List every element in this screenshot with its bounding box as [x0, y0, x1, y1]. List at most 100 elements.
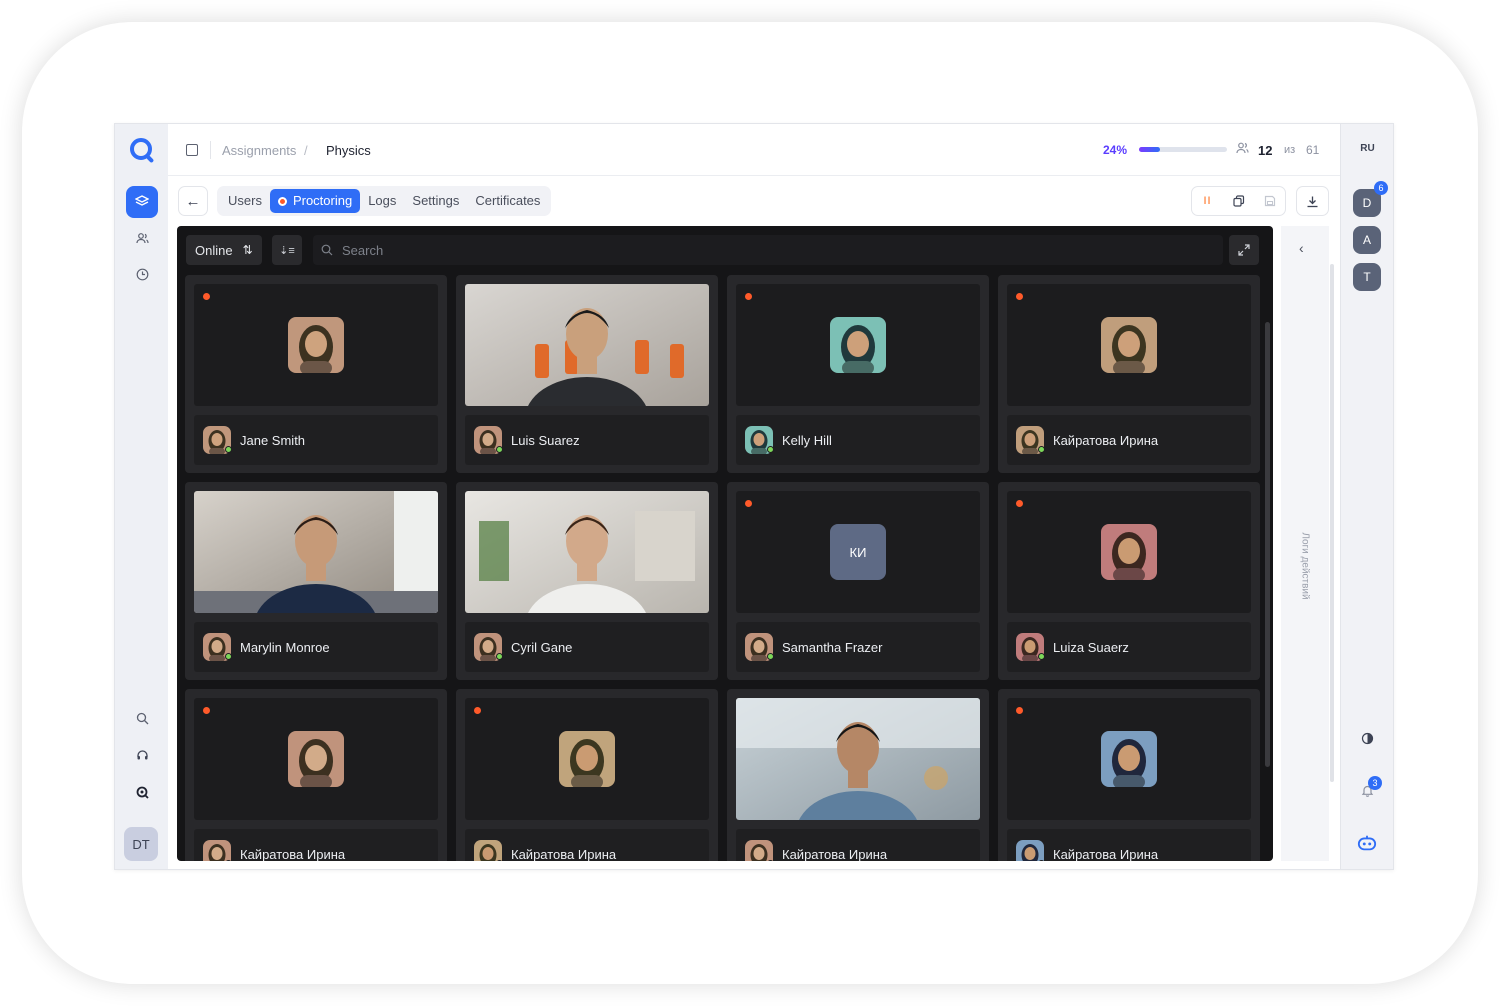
- session-controls: II: [1191, 186, 1286, 216]
- recording-dot-icon: [203, 707, 210, 714]
- webcam-feed[interactable]: [465, 284, 709, 406]
- assistant-bot-button[interactable]: [1357, 833, 1377, 853]
- sort-button[interactable]: ⇣≡: [272, 235, 302, 265]
- sidebar-toggle-icon[interactable]: [186, 144, 198, 156]
- tab-certificates[interactable]: Certificates: [467, 189, 548, 213]
- tab-settings[interactable]: Settings: [404, 189, 467, 213]
- participant-card[interactable]: Kelly Hill: [727, 275, 989, 473]
- theme-toggle-button[interactable]: [1357, 728, 1377, 748]
- download-group: [1296, 186, 1329, 216]
- save-icon: [1264, 195, 1275, 207]
- breadcrumb-assignments[interactable]: Assignments: [222, 143, 296, 158]
- recording-dot-icon: [1016, 500, 1023, 507]
- grid-scrollbar[interactable]: [1265, 322, 1270, 767]
- participant-name-bar: Luis Suarez: [465, 415, 709, 465]
- online-user-avatar[interactable]: T: [1353, 263, 1381, 291]
- participant-card[interactable]: Кайратова Ирина: [185, 689, 447, 861]
- nav-courses-button[interactable]: [126, 186, 158, 218]
- camera-off-placeholder[interactable]: [194, 284, 438, 406]
- progress-bar: [1139, 147, 1227, 152]
- participant-card[interactable]: Cyril Gane: [456, 482, 718, 680]
- language-switch[interactable]: RU: [1341, 143, 1393, 154]
- participant-name: Кайратова Ирина: [511, 846, 617, 862]
- participant-name-bar: Кайратова Ирина: [1007, 829, 1251, 861]
- participants-of-label: из: [1284, 144, 1296, 156]
- search-input[interactable]: [342, 242, 642, 258]
- participant-card[interactable]: Кайратова Ирина: [998, 275, 1260, 473]
- right-sidebar: RU D 6 A T 3: [1340, 124, 1393, 869]
- profile-photo: [1101, 731, 1157, 787]
- back-button[interactable]: ←: [178, 186, 208, 216]
- webcam-feed[interactable]: [465, 491, 709, 613]
- recording-dot-icon: [745, 293, 752, 300]
- download-button[interactable]: [1297, 187, 1328, 215]
- participant-name: Jane Smith: [240, 432, 306, 448]
- participant-card[interactable]: Luiza Suaerz: [998, 482, 1260, 680]
- participant-name-bar: Кайратова Ирина: [736, 829, 980, 861]
- participant-name: Кайратова Ирина: [1053, 432, 1159, 448]
- tab-users[interactable]: Users: [220, 189, 270, 213]
- tab-logs[interactable]: Logs: [360, 189, 404, 213]
- status-filter-button[interactable]: Online ⇅: [186, 235, 262, 265]
- participant-name-bar: Cyril Gane: [465, 622, 709, 672]
- proctor-view-button[interactable]: [126, 776, 158, 808]
- search-icon: [321, 244, 333, 256]
- save-button[interactable]: [1254, 187, 1285, 215]
- contrast-icon: [1361, 732, 1373, 744]
- recording-dot-icon: [474, 707, 481, 714]
- layers-icon: [135, 195, 149, 206]
- participant-card[interactable]: Кайратова Ирина: [727, 689, 989, 861]
- support-button[interactable]: [126, 739, 158, 771]
- participant-card[interactable]: Luis Suarez: [456, 275, 718, 473]
- search-nav-button[interactable]: [126, 702, 158, 734]
- left-sidebar: DT: [115, 124, 168, 869]
- camera-off-placeholder[interactable]: КИ: [736, 491, 980, 613]
- search-icon: [136, 712, 148, 724]
- app-logo[interactable]: [130, 138, 152, 160]
- progress-percent: 24%: [1103, 143, 1128, 157]
- camera-off-placeholder[interactable]: [1007, 698, 1251, 820]
- online-status-icon: [767, 446, 774, 453]
- participant-name-bar: Kelly Hill: [736, 415, 980, 465]
- camera-off-placeholder[interactable]: [1007, 491, 1251, 613]
- participant-card[interactable]: Marylin Monroe: [185, 482, 447, 680]
- camera-off-placeholder[interactable]: [1007, 284, 1251, 406]
- breadcrumb-physics: Physics: [326, 143, 371, 158]
- current-user-avatar[interactable]: DT: [124, 827, 158, 861]
- avatar: [1016, 840, 1044, 861]
- online-user-avatar[interactable]: A: [1353, 226, 1381, 254]
- collapse-chevron-icon[interactable]: ‹: [1299, 240, 1304, 256]
- participant-name: Samantha Frazer: [782, 639, 883, 655]
- recording-dot-icon: [1016, 293, 1023, 300]
- participant-card[interactable]: Кайратова Ирина: [998, 689, 1260, 861]
- log-scrollbar[interactable]: [1330, 264, 1334, 782]
- robot-icon: [1357, 835, 1377, 851]
- pause-button[interactable]: II: [1192, 187, 1223, 215]
- participant-name: Luis Suarez: [511, 432, 580, 448]
- camera-off-placeholder[interactable]: [194, 698, 438, 820]
- participant-card[interactable]: Jane Smith: [185, 275, 447, 473]
- nav-users-button[interactable]: [126, 222, 158, 254]
- nav-history-button[interactable]: [126, 258, 158, 290]
- webcam-feed[interactable]: [194, 491, 438, 613]
- action-log-title: Логи действий: [1299, 532, 1311, 600]
- participant-name: Cyril Gane: [511, 639, 573, 655]
- online-users-badge: 6: [1374, 181, 1388, 195]
- avatar: [203, 840, 231, 861]
- recording-indicator-icon: [277, 196, 287, 206]
- fullscreen-button[interactable]: [1229, 235, 1259, 265]
- participants-icon: [1236, 142, 1249, 157]
- participant-card[interactable]: КИ Samantha Frazer: [727, 482, 989, 680]
- participant-name-bar: Samantha Frazer: [736, 622, 980, 672]
- participant-card[interactable]: Кайратова Ирина: [456, 689, 718, 861]
- webcam-feed[interactable]: [736, 698, 980, 820]
- camera-off-placeholder[interactable]: [736, 284, 980, 406]
- profile-photo: [288, 317, 344, 373]
- camera-off-placeholder[interactable]: [465, 698, 709, 820]
- copy-button[interactable]: [1223, 187, 1254, 215]
- tab-proctoring[interactable]: Proctoring: [269, 189, 361, 213]
- expand-icon: [1238, 244, 1250, 256]
- online-status-icon: [767, 653, 774, 660]
- avatar: [474, 840, 502, 861]
- tab-proctoring-label: Proctoring: [292, 193, 353, 208]
